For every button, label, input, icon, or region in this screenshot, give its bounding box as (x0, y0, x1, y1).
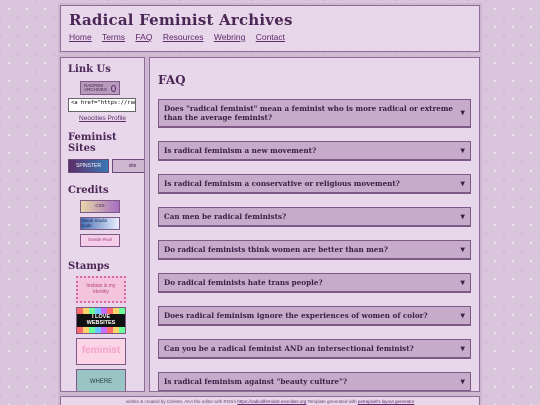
link-code-field[interactable]: <a href="https://radicalfeminist (68, 98, 136, 112)
chevron-down-icon: ▼ (460, 146, 465, 154)
neocities-profile-link[interactable]: Neocities Profile (68, 115, 137, 122)
stamp-image: feminist (76, 338, 126, 365)
faq-question-text: Can men be radical feminists? (164, 212, 287, 221)
site-footer: written & created by Celeste, AKA the ed… (60, 396, 480, 405)
feminist-sites-heading: Feminist Sites (68, 132, 117, 154)
chevron-down-icon: ▼ (460, 212, 465, 220)
nav-resources-link[interactable]: Resources (163, 32, 204, 42)
faq-question[interactable]: Can men be radical feminists? ▼ (158, 207, 471, 227)
nav-terms-link[interactable]: Terms (102, 32, 125, 42)
stamps-heading: Stamps (68, 261, 110, 272)
faq-question-text: Does radical feminism ignore the experie… (164, 311, 428, 320)
footer-generator-link[interactable]: petrapixel's layout generator (358, 399, 414, 404)
faq-question[interactable]: Does "radical feminist" mean a feminist … (158, 99, 471, 128)
faq-question[interactable]: Do radical feminists hate trans people? … (158, 273, 471, 293)
nav-contact-link[interactable]: Contact (256, 32, 285, 42)
stamp-label: I LOVE WEBSITES (77, 313, 125, 328)
nav-faq-link[interactable]: FAQ (135, 32, 152, 42)
footer-site-link[interactable]: https://radicalfeminist.neocities.org (237, 399, 306, 404)
main-nav: Home Terms FAQ Resources Webring Contact (69, 32, 471, 42)
faq-question-text: Do radical feminists hate trans people? (164, 278, 323, 287)
faq-question[interactable]: Does radical feminism ignore the experie… (158, 306, 471, 326)
venus-icon (110, 84, 116, 92)
feminist-sites-strip: SPINSTER site (68, 159, 144, 173)
chevron-down-icon: ▼ (460, 311, 465, 319)
feminist-site-button[interactable]: site (112, 159, 144, 173)
site-header: Radical Feminist Archives Home Terms FAQ… (60, 5, 480, 52)
nav-home-link[interactable]: Home (69, 32, 92, 42)
faq-question-text: Can you be a radical feminist AND an int… (164, 344, 414, 353)
chevron-down-icon: ▼ (460, 109, 465, 117)
chevron-down-icon: ▼ (460, 377, 465, 385)
stamp-image: lesbian is my identity (76, 276, 126, 303)
link-us-heading: Link Us (68, 64, 111, 75)
faq-question-text: Is radical feminism a new movement? (164, 146, 317, 155)
stamp-image: I LOVE WEBSITES (76, 307, 126, 334)
credit-button[interactable]: Visual Studio Code (80, 217, 120, 230)
chevron-down-icon: ▼ (460, 179, 465, 187)
faq-question-text: Do radical feminists think women are bet… (164, 245, 388, 254)
link-us-button[interactable]: RADFEM ARCHIVES (80, 81, 120, 95)
link-us-button-label: RADFEM ARCHIVES (84, 82, 108, 92)
faq-question[interactable]: Is radical feminism a new movement? ▼ (158, 141, 471, 161)
chevron-down-icon: ▼ (460, 245, 465, 253)
credit-button[interactable]: Gentle Pixel (80, 234, 120, 247)
faq-question-text: Does "radical feminist" mean a feminist … (164, 104, 453, 122)
site-title: Radical Feminist Archives (69, 11, 293, 29)
faq-question[interactable]: Can you be a radical feminist AND an int… (158, 339, 471, 359)
faq-question[interactable]: Is radical feminism against "beauty cult… (158, 372, 471, 391)
faq-question[interactable]: Is radical feminism a conservative or re… (158, 174, 471, 194)
faq-question-text: Is radical feminism a conservative or re… (164, 179, 400, 188)
stamp-image: WHERE (76, 369, 126, 391)
sidebar: Link Us RADFEM ARCHIVES <a href="https:/… (60, 57, 145, 392)
feminist-site-button[interactable]: SPINSTER (68, 159, 109, 173)
page-title: FAQ (158, 73, 186, 87)
chevron-down-icon: ▼ (460, 344, 465, 352)
footer-middle-text: Template generated with (307, 399, 357, 404)
nav-webring-link[interactable]: Webring (214, 32, 246, 42)
chevron-down-icon: ▼ (460, 278, 465, 286)
credit-button[interactable]: CSS (80, 200, 120, 213)
faq-question-text: Is radical feminism against "beauty cult… (164, 377, 348, 386)
faq-question[interactable]: Do radical feminists think women are bet… (158, 240, 471, 260)
footer-text: written & created by Celeste, AKA the ed… (125, 399, 237, 404)
main-content: FAQ Does "radical feminist" mean a femin… (149, 57, 480, 392)
credits-heading: Credits (68, 185, 109, 196)
